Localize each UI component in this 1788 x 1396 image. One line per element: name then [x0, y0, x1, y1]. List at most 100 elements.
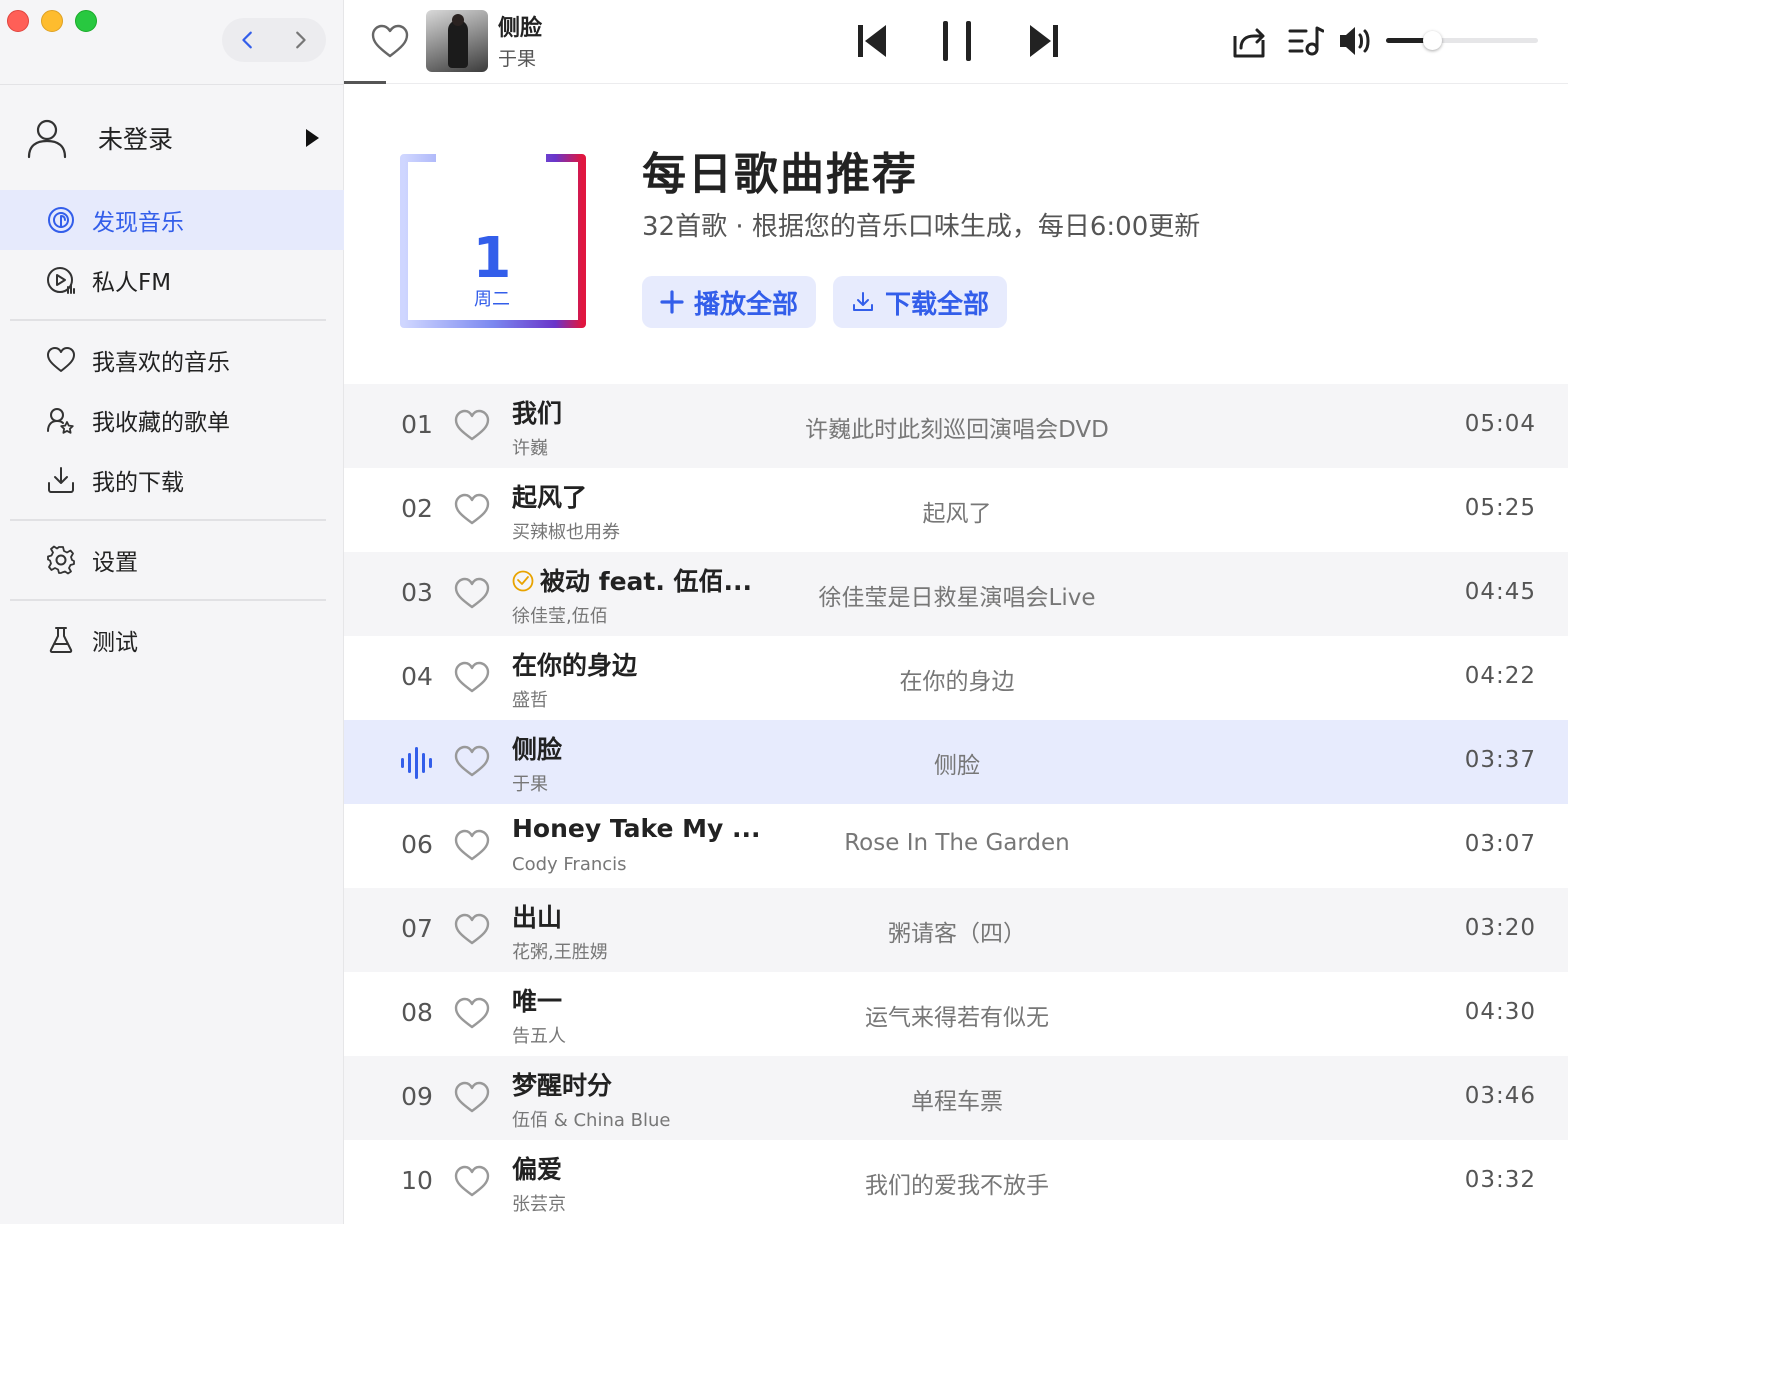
sidebar-item-test[interactable]: 测试	[0, 610, 344, 670]
track-title[interactable]: 唯一	[512, 982, 562, 1018]
back-arrow-icon[interactable]	[237, 29, 259, 51]
track-title[interactable]: 起风了	[512, 478, 587, 514]
skip-previous-icon	[858, 25, 886, 57]
user-login-row[interactable]: 未登录	[26, 112, 326, 164]
sidebar-item-downloads[interactable]: 我的下载	[0, 450, 344, 510]
track-row[interactable]: 09 梦醒时分 伍佰 & China Blue 单程车票 03:46	[344, 1056, 1568, 1140]
pause-icon	[943, 21, 971, 61]
forward-arrow-icon[interactable]	[289, 29, 311, 51]
now-playing-title[interactable]: 侧脸	[498, 10, 542, 42]
download-all-button[interactable]: 下载全部	[833, 276, 1008, 328]
track-album[interactable]: 单程车票	[764, 1082, 1150, 1116]
track-row[interactable]: 04 在你的身边 盛哲 在你的身边 04:22	[344, 636, 1568, 720]
like-heart-icon[interactable]	[454, 660, 490, 694]
volume-slider[interactable]	[1386, 31, 1538, 50]
play-all-label: 播放全部	[694, 289, 799, 320]
track-album[interactable]: 运气来得若有似无	[764, 998, 1150, 1032]
playlist-button[interactable]	[1288, 22, 1325, 60]
page-title: 每日歌曲推荐	[642, 149, 918, 200]
track-title[interactable]: 被动 feat. 伍佰...	[512, 562, 752, 598]
track-album[interactable]: 起风了	[764, 494, 1150, 528]
track-artist[interactable]: 盛哲	[512, 686, 548, 712]
track-row[interactable]: 03 被动 feat. 伍佰... 徐佳莹,伍佰 徐佳莹是日救星演唱会Live 04:4…	[344, 552, 1568, 636]
track-row[interactable]: 01 我们 许巍 许巍此时此刻巡回演唱会DVD 05:04	[344, 384, 1568, 468]
track-artist[interactable]: 于果	[512, 770, 548, 796]
like-heart-icon[interactable]	[454, 828, 490, 862]
track-album[interactable]: Rose In The Garden	[764, 830, 1150, 856]
like-heart-icon[interactable]	[454, 492, 490, 526]
track-title[interactable]: 在你的身边	[512, 646, 637, 682]
track-artist[interactable]: 买辣椒也用券	[512, 518, 620, 544]
track-title[interactable]: 偏爱	[512, 1150, 562, 1186]
track-album[interactable]: 徐佳莹是日救星演唱会Live	[764, 578, 1150, 612]
sidebar-item-playlists[interactable]: 我收藏的歌单	[0, 390, 344, 450]
page-subtitle: 32首歌 · 根据您的音乐口味生成，每日6:00更新	[642, 212, 1201, 242]
collection-user-icon	[47, 408, 74, 434]
gear-icon	[47, 545, 75, 575]
like-heart-icon[interactable]	[454, 912, 490, 946]
volume-button[interactable]	[1338, 22, 1374, 60]
track-row[interactable]: 08 唯一 告五人 运气来得若有似无 04:30	[344, 972, 1568, 1056]
track-title-text: 侧脸	[512, 735, 563, 764]
track-artist[interactable]: 许巍	[512, 434, 548, 460]
track-artist[interactable]: 徐佳莹,伍佰	[512, 602, 608, 628]
history-nav	[222, 18, 326, 62]
play-all-button[interactable]: 播放全部	[642, 276, 817, 328]
track-album[interactable]: 在你的身边	[764, 662, 1150, 696]
vip-badge-icon	[512, 570, 534, 592]
queue-button[interactable]	[1232, 22, 1266, 60]
now-playing-artist[interactable]: 于果	[498, 44, 536, 71]
track-title[interactable]: 我们	[512, 394, 562, 430]
track-album[interactable]: 粥请客（四）	[764, 914, 1150, 948]
previous-button[interactable]	[856, 20, 888, 62]
track-album[interactable]: 侧脸	[764, 746, 1150, 780]
sidebar-item-liked[interactable]: 我喜欢的音乐	[0, 330, 344, 390]
like-heart-icon[interactable]	[454, 408, 490, 442]
album-cover[interactable]	[426, 10, 488, 72]
like-heart-icon[interactable]	[454, 1080, 490, 1114]
track-artist[interactable]: 告五人	[512, 1022, 566, 1048]
like-heart-icon[interactable]	[454, 576, 490, 610]
track-artist[interactable]: 伍佰 & China Blue	[512, 1106, 670, 1132]
pause-button[interactable]	[942, 20, 972, 62]
track-row[interactable]: 10 偏爱 张芸京 我们的爱我不放手 03:32	[344, 1140, 1568, 1224]
zoom-window-button[interactable]	[75, 10, 97, 32]
track-number: 03	[401, 578, 433, 607]
track-album[interactable]: 我们的爱我不放手	[764, 1166, 1150, 1200]
volume-icon	[1340, 27, 1370, 55]
sidebar-item-settings[interactable]: 设置	[0, 530, 344, 590]
radio-icon	[47, 267, 75, 294]
sidebar-item-fm[interactable]: 私人FM	[0, 250, 344, 310]
track-number: 09	[401, 1082, 433, 1111]
track-row[interactable]: 02 起风了 买辣椒也用券 起风了 05:25	[344, 468, 1568, 552]
sidebar-item-discover[interactable]: 发现音乐	[0, 190, 344, 250]
track-row[interactable]: 06 Honey Take My ... Cody Francis Rose In T…	[344, 804, 1568, 888]
track-artist[interactable]: 张芸京	[512, 1190, 566, 1216]
track-title[interactable]: Honey Take My ...	[512, 814, 761, 843]
playback-progress[interactable]	[344, 81, 386, 84]
track-title[interactable]: 侧脸	[512, 730, 562, 766]
minimize-window-button[interactable]	[41, 10, 63, 32]
volume-slider-handle[interactable]	[1422, 31, 1442, 50]
track-album[interactable]: 许巍此时此刻巡回演唱会DVD	[764, 410, 1150, 444]
like-heart-icon[interactable]	[454, 1164, 490, 1198]
track-artist[interactable]: Cody Francis	[512, 854, 627, 875]
download-icon	[48, 467, 74, 493]
next-button[interactable]	[1028, 20, 1060, 62]
track-title[interactable]: 梦醒时分	[512, 1066, 612, 1102]
track-row[interactable]: 07 出山花粥,王胜娚 粥请客（四） 03:20	[344, 888, 1568, 972]
track-row[interactable]: 侧脸 于果 侧脸 03:37	[344, 720, 1568, 804]
like-heart-icon[interactable]	[454, 744, 490, 778]
track-duration: 03:20	[1464, 915, 1536, 941]
plus-icon	[660, 290, 684, 314]
discover-music-icon	[48, 207, 74, 233]
close-window-button[interactable]	[7, 10, 29, 32]
track-title-text: 唯一	[512, 987, 563, 1016]
track-number: 07	[401, 914, 433, 943]
like-heart-icon[interactable]	[454, 996, 490, 1030]
track-title[interactable]: 出山	[512, 898, 562, 934]
sidebar-top-divider	[0, 84, 344, 85]
calendar-weekday: 周二	[474, 289, 510, 310]
like-current-heart-icon[interactable]	[370, 22, 410, 60]
track-artist[interactable]: 花粥,王胜娚	[512, 938, 608, 964]
